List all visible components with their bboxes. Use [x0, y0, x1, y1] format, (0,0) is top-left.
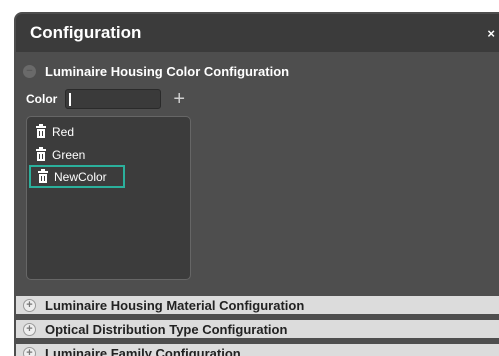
add-color-button[interactable]: +	[173, 89, 185, 109]
section-family-header[interactable]: + Luminaire Family Configuration	[16, 344, 499, 356]
color-list: Red Green NewColor	[26, 116, 191, 280]
text-caret	[69, 93, 72, 106]
trash-icon[interactable]	[38, 168, 48, 183]
trash-icon[interactable]	[36, 146, 46, 161]
section-housing-color-title: Luminaire Housing Color Configuration	[45, 63, 290, 79]
list-item[interactable]: Green	[29, 143, 125, 166]
collapse-icon[interactable]: −	[23, 64, 36, 78]
color-input[interactable]	[65, 89, 162, 109]
color-name: Green	[52, 147, 86, 162]
configuration-dialog: Configuration × − Luminaire Housing Colo…	[14, 12, 499, 356]
list-item[interactable]: Red	[29, 120, 125, 143]
expand-icon[interactable]: +	[23, 346, 36, 356]
color-name: NewColor	[54, 169, 107, 184]
color-form: Color +	[26, 88, 185, 110]
section-housing-material-title: Luminaire Housing Material Configuration	[45, 297, 305, 313]
trash-icon[interactable]	[36, 123, 46, 138]
expand-icon[interactable]: +	[23, 298, 36, 312]
section-optical-distribution-header[interactable]: + Optical Distribution Type Configuratio…	[16, 320, 499, 338]
dialog-title: Configuration	[30, 23, 142, 42]
section-optical-distribution-title: Optical Distribution Type Configuration	[45, 321, 288, 337]
list-item-selected[interactable]: NewColor	[29, 165, 125, 188]
color-label: Color	[26, 92, 58, 106]
close-icon[interactable]: ×	[487, 26, 495, 41]
section-housing-color-header[interactable]: − Luminaire Housing Color Configuration	[16, 62, 499, 80]
dialog-titlebar: Configuration ×	[16, 14, 499, 52]
color-name: Red	[52, 124, 75, 139]
section-housing-material-header[interactable]: + Luminaire Housing Material Configurati…	[16, 296, 499, 314]
section-family-title: Luminaire Family Configuration	[45, 345, 241, 356]
expand-icon[interactable]: +	[23, 322, 36, 336]
